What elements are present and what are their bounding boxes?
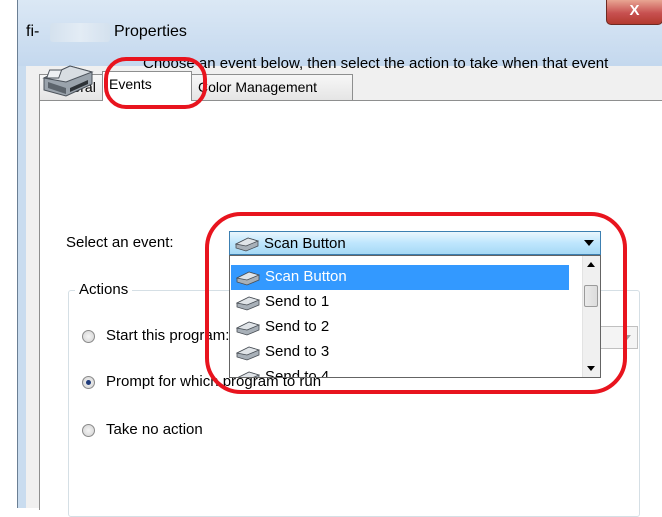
panel-content: Choose an event below, then select the a…: [0, 0, 662, 517]
radio-start-program[interactable]: [82, 330, 95, 343]
actions-legend: Actions: [75, 281, 133, 298]
events-tab-highlight: [104, 57, 207, 109]
select-event-label: Select an event:: [66, 234, 174, 251]
scanner-icon: [42, 65, 94, 97]
radio-no-action[interactable]: [82, 424, 95, 437]
event-list-highlight: [205, 212, 627, 394]
intro-text: Choose an event below, then select the a…: [143, 55, 609, 92]
radio-no-action-label: Take no action: [106, 421, 203, 438]
radio-prompt-program[interactable]: [82, 376, 95, 389]
